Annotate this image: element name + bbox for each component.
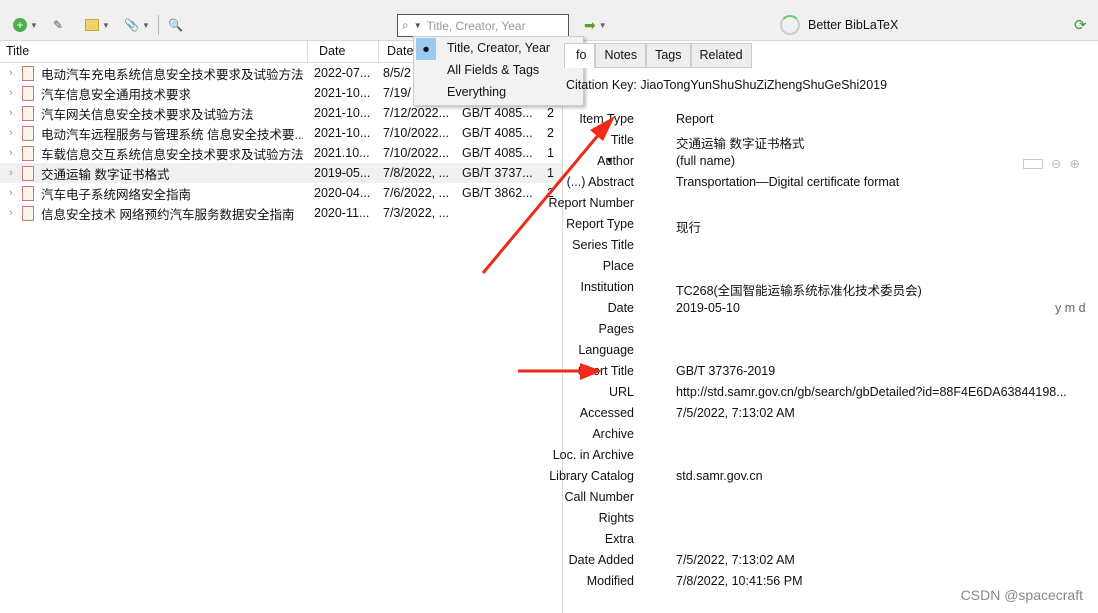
watermark: CSDN @spacecraft <box>960 587 1083 603</box>
annotation-arrows <box>481 116 615 380</box>
arrowhead <box>580 363 602 380</box>
arrowhead <box>590 116 615 141</box>
arrow-to-item-type <box>481 132 602 274</box>
